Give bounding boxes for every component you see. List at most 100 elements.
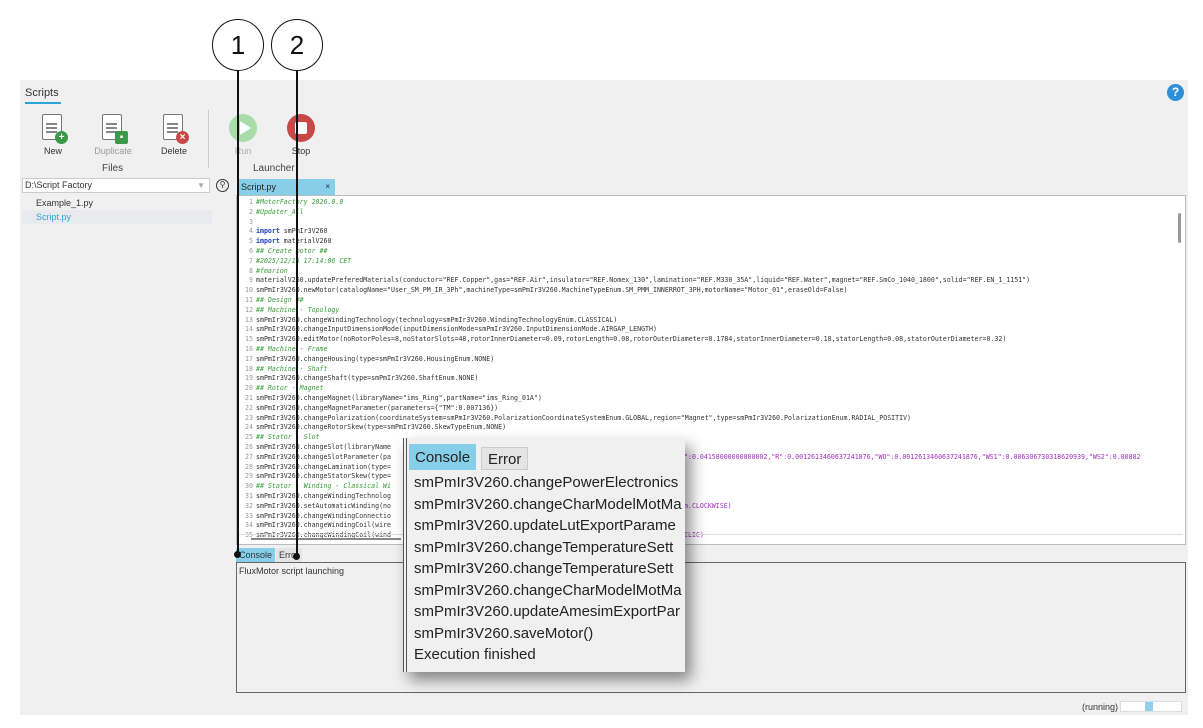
popup-console-line: smPmIr3V260.changeTemperatureSett <box>414 538 674 556</box>
popup-console-line: smPmIr3V260.updateAmesimExportPar <box>414 603 680 620</box>
code-line: 22 smPmIr3V260.changeMagnetParameter(para… <box>237 404 1030 414</box>
code-text: ## Machine - Frame <box>256 344 328 353</box>
code-line: 21 smPmIr3V260.changeMagnet(libraryName="… <box>237 394 1030 404</box>
code-text: import smPmIr3V260 <box>256 227 328 236</box>
code-line: 9 materialV260.updatePreferedMaterials(co… <box>237 276 1030 286</box>
line-number: 21 <box>245 393 253 402</box>
folder-select[interactable]: D:\Script Factory ▼ <box>22 178 210 193</box>
popup-console-line: smPmIr3V260.saveMotor() <box>414 624 594 642</box>
code-text: ## Stator - Slot <box>256 433 320 442</box>
line-number: 25 <box>245 433 253 442</box>
editor-tab-label: Script.py <box>241 182 277 192</box>
popup-console-line: smPmIr3V260.changePowerElectronics <box>414 474 679 491</box>
new-button[interactable]: + New <box>28 114 78 156</box>
line-number: 16 <box>245 344 253 353</box>
line-number: 29 <box>245 472 253 481</box>
code-text: smPmIr3V260.changePolarization(coordinat… <box>256 413 912 422</box>
code-text: smPmIr3V260.changeWindingTechnology(tech… <box>256 315 618 324</box>
duplicate-button[interactable]: ▪ Duplicate <box>88 114 138 156</box>
line-number: 27 <box>245 452 253 461</box>
line-number: 17 <box>245 354 253 363</box>
delete-script-icon: × <box>161 114 189 144</box>
code-line: 12 ## Machine - Topology <box>237 306 1030 316</box>
new-label: New <box>43 146 62 156</box>
line-number: 30 <box>245 482 253 491</box>
code-line: 6 ## Create motor ## <box>237 247 1030 257</box>
code-text: smPmIr3V260.changeSlotParameter(pa <box>256 452 391 461</box>
code-line: 3 <box>237 218 1030 228</box>
code-line: 24 smPmIr3V260.changeRotorSkew(type=smPmI… <box>237 423 1030 433</box>
code-text: ## Rotor - Magnet <box>256 384 324 393</box>
code-text: smPmIr3V260.editMotor(noRotorPoles=8,noS… <box>256 335 1007 344</box>
tab-console[interactable]: Console <box>236 548 276 562</box>
code-line: 8 #fmarion <box>237 267 1030 277</box>
code-line: 19 smPmIr3V260.changeShaft(type=smPmIr3V2… <box>237 374 1030 384</box>
tab-scripts[interactable]: Scripts <box>25 87 61 104</box>
line-number: 4 <box>249 227 253 236</box>
callout-dot-2 <box>293 553 300 560</box>
console-line: FluxMotor script launching <box>239 566 345 576</box>
line-number: 10 <box>245 286 253 295</box>
code-line: 23 smPmIr3V260.changePolarization(coordin… <box>237 414 1030 424</box>
code-text: smPmIr3V260.changeLamination(type= <box>256 462 391 471</box>
files-group-label: Files <box>102 163 124 174</box>
code-text: ## Machine - Topology <box>256 305 340 314</box>
line-number: 7 <box>249 256 253 265</box>
callout-line-1 <box>237 70 239 554</box>
line-number: 12 <box>245 305 253 314</box>
help-icon[interactable]: ? <box>1167 84 1184 101</box>
line-number: 9 <box>249 276 253 285</box>
progress-bar <box>1120 701 1182 712</box>
line-number: 3 <box>249 217 253 226</box>
delete-label: Delete <box>160 146 187 156</box>
callout-2: 2 <box>271 19 323 71</box>
line-number: 26 <box>245 442 253 451</box>
editor-tab-script[interactable]: Script.py × <box>237 179 335 195</box>
callout-line-2 <box>296 70 298 556</box>
line-number: 34 <box>245 521 253 530</box>
file-item-selected[interactable]: Script.py <box>22 210 212 224</box>
code-line: 14 smPmIr3V260.changeInputDimensionMode(i… <box>237 325 1030 335</box>
code-text: smPmIr3V260.changeWindingTechnolog <box>256 491 391 500</box>
chevron-down-icon: ▼ <box>197 181 205 190</box>
code-text: smPmIr3V260.changeInputDimensionMode(inp… <box>256 325 657 334</box>
line-number: 8 <box>249 266 253 275</box>
line-number: 5 <box>249 237 253 246</box>
console-zoom-popup: Console Error smPmIr3V260.changePowerEle… <box>403 438 685 672</box>
popup-console-line: smPmIr3V260.updateLutExportParame <box>414 517 676 534</box>
line-number: 11 <box>245 295 253 304</box>
code-line: 5 import materialV260 <box>237 237 1030 247</box>
line-number: 15 <box>245 335 253 344</box>
line-number: 2 <box>249 207 253 216</box>
folder-path: D:\Script Factory <box>25 180 93 190</box>
search-icon[interactable]: ⚲ <box>216 179 229 192</box>
run-button[interactable]: Run <box>218 114 268 156</box>
code-line: 13 smPmIr3V260.changeWindingTechnology(te… <box>237 316 1030 326</box>
line-number: 6 <box>249 246 253 255</box>
code-editor[interactable]: 1 #MotorFactory 2026.0.0 2 #Updater_All 3 4 im… <box>236 195 1186 545</box>
callout-1: 1 <box>212 19 264 71</box>
callout-dot-1 <box>234 551 241 558</box>
popup-console-line: smPmIr3V260.changeCharModelMotMa <box>414 495 682 513</box>
code-text: ## Machine - Shaft <box>256 364 328 373</box>
duplicate-label: Duplicate <box>94 146 132 156</box>
code-text: smPmIr3V260.newMotor(catalogName="User_S… <box>256 286 848 295</box>
code-text: smPmIr3V260.changeRotorSkew(type=smPmIr3… <box>256 423 507 432</box>
code-line-tail: ":0.04158000000000002,"R":0.001261346063… <box>684 452 1141 461</box>
code-text: smPmIr3V260.changeHousing(type=smPmIr3V2… <box>256 354 495 363</box>
new-script-icon: + <box>40 114 68 144</box>
code-line: 20 ## Rotor - Magnet <box>237 384 1030 394</box>
code-text: materialV260.updatePreferedMaterials(con… <box>256 276 1031 285</box>
duplicate-script-icon: ▪ <box>100 114 128 144</box>
code-line: 18 ## Machine - Shaft <box>237 365 1030 375</box>
code-text: smPmIr3V260.changeWindingConnectio <box>256 511 391 520</box>
vertical-scrollbar[interactable] <box>1177 198 1183 528</box>
file-item[interactable]: Example_1.py <box>22 196 212 210</box>
status-text: (running) <box>1082 702 1119 712</box>
code-text: #2025/12/15 17:14:06 CET <box>256 256 352 265</box>
stop-label: Stop <box>291 146 311 156</box>
delete-button[interactable]: × Delete <box>149 114 199 156</box>
horizontal-scrollbar[interactable] <box>239 534 1183 542</box>
close-icon[interactable]: × <box>325 179 330 195</box>
stop-button[interactable]: Stop <box>276 114 326 156</box>
